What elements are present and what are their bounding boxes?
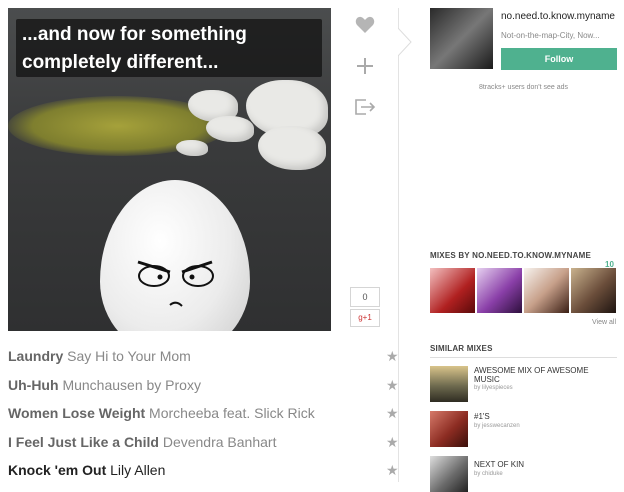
track-artist: Lily Allen (110, 462, 166, 478)
track-artist: Devendra Banhart (162, 434, 277, 450)
add-to-collection-button[interactable] (353, 57, 377, 79)
similar-mix-author[interactable]: by jesswecanzen (474, 423, 520, 429)
plus-icon (357, 58, 373, 74)
track-title: Women Lose Weight (8, 405, 146, 421)
user-avatar[interactable] (430, 8, 493, 69)
favorite-star-icon[interactable]: ★ (386, 434, 399, 451)
view-all-link[interactable]: View all (592, 319, 616, 326)
favorite-star-icon[interactable]: ★ (386, 377, 399, 394)
eggshell-fragment (258, 126, 326, 170)
egg-character (100, 180, 250, 331)
track-artist: Say Hi to Your Mom (67, 348, 191, 364)
profile-location: Not-on-the-map-City, Now... (501, 31, 600, 40)
track-row[interactable]: Laundry Say Hi to Your Mom (8, 348, 191, 364)
share-count: 0 (350, 287, 380, 307)
ads-note[interactable]: 8tracks+ users don't see ads (430, 84, 617, 91)
track-row-current[interactable]: Knock 'em Out Lily Allen (8, 462, 165, 478)
track-artist: Morcheeba feat. Slick Rick (149, 405, 315, 421)
track-row[interactable]: I Feel Just Like a Child Devendra Banhar… (8, 434, 276, 450)
follow-button[interactable]: Follow (501, 48, 617, 70)
favorite-star-icon[interactable]: ★ (386, 348, 399, 365)
caption-line-1: ...and now for something (22, 24, 247, 45)
share-icon (355, 99, 376, 115)
mix-thumbnail[interactable] (524, 268, 569, 313)
track-title: I Feel Just Like a Child (8, 434, 159, 450)
eggshell-fragment (176, 140, 208, 156)
like-button[interactable] (353, 16, 377, 38)
similar-mix-title[interactable]: NEXT OF KIN (474, 460, 614, 469)
section-divider (430, 357, 617, 358)
similar-mix-thumbnail[interactable] (430, 411, 468, 447)
mix-thumbnail[interactable] (430, 268, 475, 313)
google-plus-button[interactable]: g+1 (350, 309, 380, 327)
track-title: Knock 'em Out (8, 462, 107, 478)
mix-thumbnail[interactable] (571, 268, 616, 313)
cover-caption: ...and now for something completely diff… (16, 19, 322, 77)
similar-mix-title[interactable]: #1'S (474, 412, 614, 421)
track-title: Uh-Huh (8, 377, 59, 393)
similar-mix-thumbnail[interactable] (430, 456, 468, 492)
similar-mix-author[interactable]: by chiduke (474, 471, 503, 477)
profile-username[interactable]: no.need.to.know.myname (501, 11, 615, 22)
favorite-star-icon[interactable]: ★ (386, 405, 399, 422)
track-row[interactable]: Uh-Huh Munchausen by Proxy (8, 377, 201, 393)
mix-thumbnail[interactable] (477, 268, 522, 313)
mix-cover-image[interactable]: ...and now for something completely diff… (8, 8, 331, 331)
similar-mix-thumbnail[interactable] (430, 366, 468, 402)
favorite-star-icon[interactable]: ★ (386, 462, 399, 479)
track-title: Laundry (8, 348, 64, 364)
similar-mix-title[interactable]: AWESOME MIX OF AWESOME MUSIC (474, 366, 614, 384)
track-row[interactable]: Women Lose Weight Morcheeba feat. Slick … (8, 405, 315, 421)
mixes-by-heading: MIXES BY NO.NEED.TO.KNOW.MYNAME (430, 251, 592, 260)
egg-face-drawing (137, 260, 214, 307)
similar-mix-author[interactable]: by lilyespieces (474, 385, 513, 391)
similar-mixes-heading: SIMILAR MIXES (430, 344, 493, 353)
chevron-right-icon (398, 28, 412, 56)
track-artist: Munchausen by Proxy (62, 377, 201, 393)
caption-line-2: completely different... (22, 52, 219, 73)
heart-icon (355, 16, 375, 33)
share-button[interactable] (353, 98, 377, 120)
